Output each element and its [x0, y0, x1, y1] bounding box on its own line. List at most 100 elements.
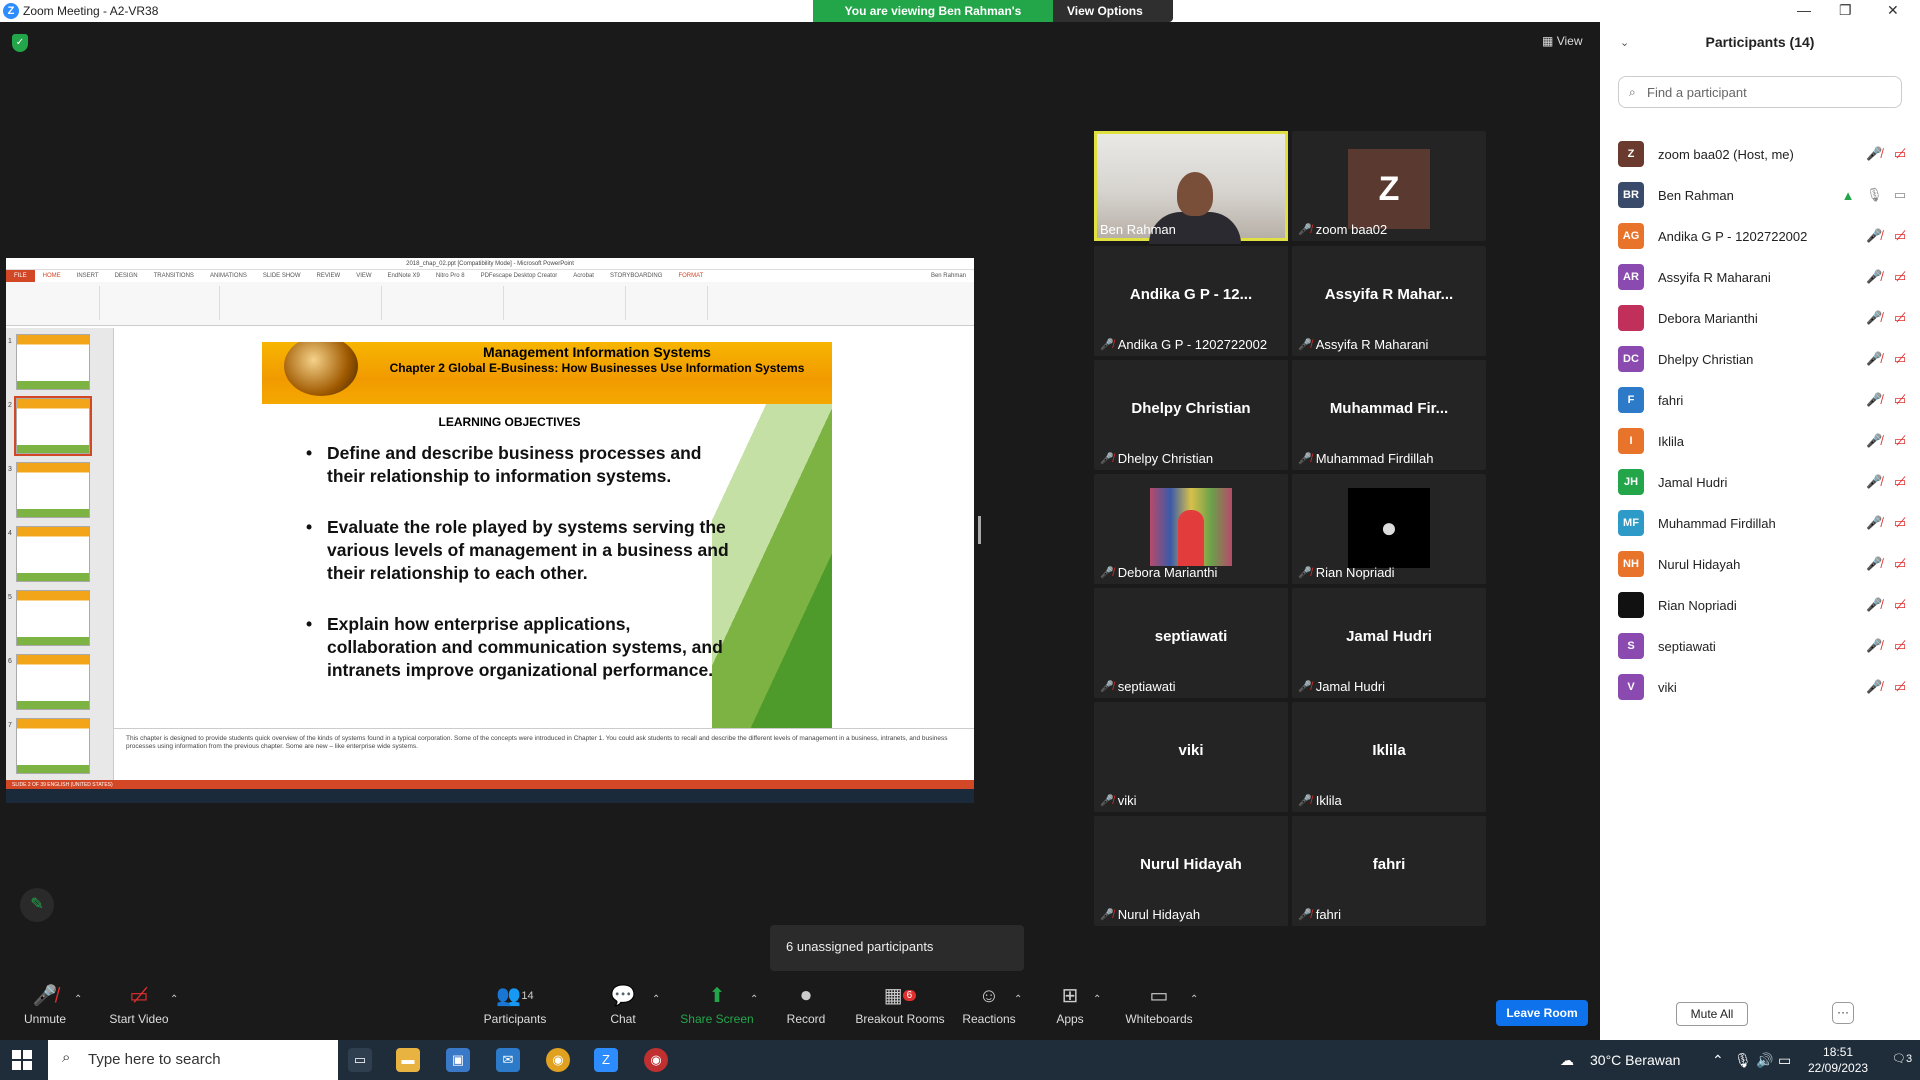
shield-icon[interactable]: ✓: [12, 34, 28, 52]
caret-up-icon[interactable]: ⌃: [1190, 994, 1198, 1005]
microphone-icon[interactable]: 🎙: [1734, 1052, 1752, 1069]
participant-row[interactable]: Zzoom baa02 (Host, me) 🎤̸ ▭̸: [1618, 134, 1908, 174]
participant-row[interactable]: AR Assyifa R Maharani 🎤̸ ▭̸: [1618, 257, 1908, 297]
participants-button[interactable]: 👥14 Participants: [470, 980, 560, 1026]
video-icon[interactable]: ▭: [1892, 187, 1908, 203]
caret-up-icon[interactable]: ⌃: [652, 994, 660, 1005]
video-tile[interactable]: Dhelpy Christian 🎤̸ Dhelpy Christian: [1094, 360, 1288, 470]
video-off-icon[interactable]: ▭̸: [1892, 515, 1908, 531]
video-off-icon[interactable]: ▭̸: [1892, 310, 1908, 326]
mic-off-icon[interactable]: 🎤̸: [1866, 269, 1882, 285]
video-off-icon[interactable]: ▭̸: [1892, 392, 1908, 408]
participant-search-input[interactable]: ⌕ Find a participant: [1618, 76, 1902, 108]
zoom-app-icon[interactable]: Z: [594, 1048, 618, 1072]
caret-up-icon[interactable]: ⌃: [170, 994, 178, 1005]
chrome-profile-icon[interactable]: ◉: [644, 1048, 668, 1072]
view-options-button[interactable]: View Options ⌄: [1053, 0, 1173, 32]
mic-off-icon[interactable]: 🎤̸: [1866, 638, 1882, 654]
participant-row[interactable]: NH Nurul Hidayah 🎤̸ ▭̸: [1618, 544, 1908, 584]
mic-off-icon[interactable]: 🎤̸: [1866, 433, 1882, 449]
shared-screen[interactable]: 2018_chap_02.ppt [Compatibility Mode] - …: [6, 258, 974, 803]
close-button[interactable]: ✕: [1887, 2, 1899, 19]
reactions-label: Reactions: [962, 1012, 1016, 1026]
video-tile[interactable]: Andika G P - 12... 🎤̸ Andika G P - 120272…: [1094, 246, 1288, 356]
view-button[interactable]: ▦ View: [1542, 34, 1582, 48]
video-tile[interactable]: Muhammad Fir... 🎤̸ Muhammad Firdillah: [1292, 360, 1486, 470]
share-screen-button[interactable]: ⬆ Share Screen: [672, 980, 762, 1026]
participant-row[interactable]: MF Muhammad Firdillah 🎤̸ ▭̸: [1618, 503, 1908, 543]
video-off-icon[interactable]: ▭̸: [1892, 474, 1908, 490]
video-tile[interactable]: septiawati 🎤̸ septiawati: [1094, 588, 1288, 698]
participant-row[interactable]: Sseptiawati 🎤̸ ▭̸: [1618, 626, 1908, 666]
mic-off-icon[interactable]: 🎤̸: [1866, 351, 1882, 367]
notification-icon[interactable]: 🗨3: [1892, 1052, 1912, 1065]
participant-row[interactable]: DC Dhelpy Christian 🎤̸ ▭̸: [1618, 339, 1908, 379]
video-off-icon[interactable]: ▭̸: [1892, 433, 1908, 449]
pencil-icon[interactable]: ✎: [20, 888, 54, 922]
participant-row[interactable]: BR Ben Rahman ▲ 🎙 ▭: [1618, 175, 1908, 215]
video-tile[interactable]: 🎤̸ Debora Marianthi: [1094, 474, 1288, 584]
video-off-icon[interactable]: ▭̸: [1892, 638, 1908, 654]
participant-row[interactable]: Rian Nopriadi 🎤̸ ▭̸: [1618, 585, 1908, 625]
record-button[interactable]: ⏺ Record: [761, 980, 851, 1026]
participant-row[interactable]: Debora Marianthi 🎤̸ ▭̸: [1618, 298, 1908, 338]
mic-off-icon[interactable]: 🎤̸: [1866, 310, 1882, 326]
file-explorer-icon[interactable]: ▬: [396, 1048, 420, 1072]
store-icon[interactable]: ▣: [446, 1048, 470, 1072]
maximize-button[interactable]: ❐: [1839, 2, 1852, 19]
video-off-icon[interactable]: ▭̸: [1892, 228, 1908, 244]
weather-text[interactable]: 30°C Berawan: [1590, 1052, 1680, 1068]
mute-all-button[interactable]: Mute All: [1676, 1002, 1748, 1026]
network-icon[interactable]: ▭: [1778, 1052, 1791, 1069]
mic-icon[interactable]: 🎙: [1866, 187, 1883, 203]
video-off-icon[interactable]: ▭̸: [1892, 556, 1908, 572]
task-view-icon[interactable]: ▭: [348, 1048, 372, 1072]
participant-row[interactable]: Ffahri 🎤̸ ▭̸: [1618, 380, 1908, 420]
taskbar-search-input[interactable]: ⌕ Type here to search: [48, 1040, 338, 1080]
participant-row[interactable]: AG Andika G P - 1202722002 🎤̸ ▭̸: [1618, 216, 1908, 256]
mic-off-icon[interactable]: 🎤̸: [1866, 474, 1882, 490]
video-tile[interactable]: Z 🎤̸ zoom baa02: [1292, 131, 1486, 241]
mic-off-icon[interactable]: 🎤̸: [1866, 146, 1882, 162]
apps-button[interactable]: ⊞ Apps: [1025, 980, 1115, 1026]
thumb-number: 1: [8, 338, 12, 345]
video-tile[interactable]: Assyifa R Mahar... 🎤̸ Assyifa R Maharani: [1292, 246, 1486, 356]
split-handle[interactable]: [978, 516, 981, 544]
video-tile[interactable]: Iklila 🎤̸ Iklila: [1292, 702, 1486, 812]
video-off-icon[interactable]: ▭̸: [1892, 597, 1908, 613]
clock[interactable]: 18:51 22/09/2023: [1808, 1044, 1868, 1076]
chevron-up-icon[interactable]: ⌃: [1712, 1052, 1724, 1069]
participant-row[interactable]: Vviki 🎤̸ ▭̸: [1618, 667, 1908, 707]
minimize-button[interactable]: —: [1797, 2, 1811, 18]
mic-off-icon[interactable]: 🎤̸: [1866, 392, 1882, 408]
chrome-icon[interactable]: ◉: [546, 1048, 570, 1072]
weather-icon[interactable]: ☁: [1560, 1052, 1574, 1069]
video-off-icon[interactable]: ▭̸: [1892, 351, 1908, 367]
mic-off-icon[interactable]: 🎤̸: [1866, 556, 1882, 572]
volume-icon[interactable]: 🔊: [1756, 1052, 1773, 1069]
video-tile[interactable]: Nurul Hidayah 🎤̸ Nurul Hidayah: [1094, 816, 1288, 926]
mic-off-icon[interactable]: 🎤̸: [1866, 228, 1882, 244]
video-tile[interactable]: fahri 🎤̸ fahri: [1292, 816, 1486, 926]
video-off-icon[interactable]: ▭̸: [1892, 269, 1908, 285]
leave-room-button[interactable]: Leave Room: [1496, 1000, 1588, 1026]
video-off-icon[interactable]: ▭̸: [1892, 679, 1908, 695]
windows-start-icon[interactable]: [12, 1050, 32, 1070]
video-tile[interactable]: Ben Rahman: [1094, 131, 1288, 244]
more-options-button[interactable]: ···: [1832, 1002, 1854, 1024]
video-tile[interactable]: ● 🎤̸ Rian Nopriadi: [1292, 474, 1486, 584]
mic-off-icon[interactable]: 🎤̸: [1866, 597, 1882, 613]
video-off-icon[interactable]: ▭̸: [1892, 146, 1908, 162]
breakout-rooms-button[interactable]: ▦ 6 Breakout Rooms: [853, 980, 947, 1026]
caret-up-icon[interactable]: ⌃: [750, 994, 758, 1005]
mic-off-icon[interactable]: 🎤̸: [1866, 679, 1882, 695]
participant-row[interactable]: JH Jamal Hudri 🎤̸ ▭̸: [1618, 462, 1908, 502]
caret-up-icon[interactable]: ⌃: [1014, 994, 1022, 1005]
participant-row[interactable]: I Iklila 🎤̸ ▭̸: [1618, 421, 1908, 461]
video-tile[interactable]: viki 🎤̸ viki: [1094, 702, 1288, 812]
mail-icon[interactable]: ✉: [496, 1048, 520, 1072]
caret-up-icon[interactable]: ⌃: [74, 994, 82, 1005]
mic-off-icon[interactable]: 🎤̸: [1866, 515, 1882, 531]
caret-up-icon[interactable]: ⌃: [1093, 994, 1101, 1005]
video-tile[interactable]: Jamal Hudri 🎤̸ Jamal Hudri: [1292, 588, 1486, 698]
